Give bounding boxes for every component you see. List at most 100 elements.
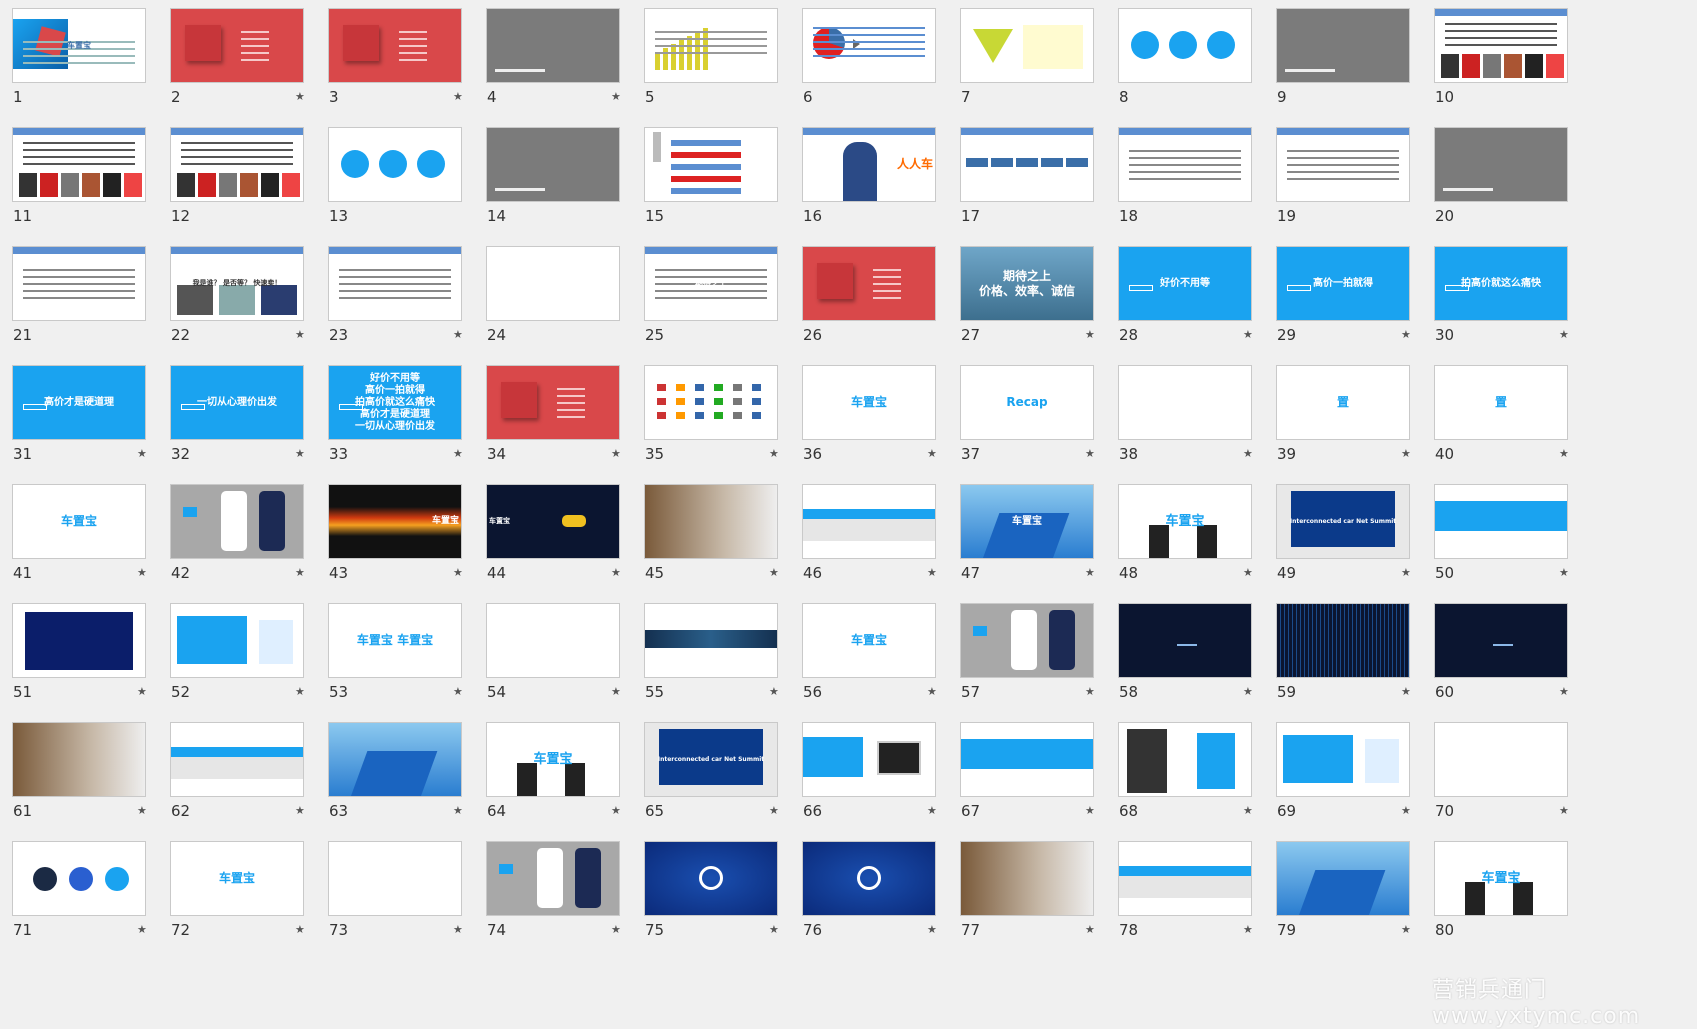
slide-thumbnail-58[interactable]: 58 ★ [1106,595,1266,720]
slide-thumbnail-72[interactable]: 车置宝 72 ★ [158,833,318,958]
slide-thumbnail-31[interactable]: 高价才是硬道理 31 ★ [0,357,160,482]
slide-thumbnail-56[interactable]: 车置宝 56 ★ [790,595,950,720]
slide-thumbnail-68[interactable]: 68 ★ [1106,714,1266,839]
slide-thumbnail-27[interactable]: 期待之上 价格、效率、诚信 27 ★ [948,238,1108,363]
slide-thumbnail-51[interactable]: 51 ★ [0,595,160,720]
transition-star-icon[interactable]: ★ [137,447,147,460]
slide-thumbnail-19[interactable]: 19 [1264,119,1424,244]
slide-thumbnail-16[interactable]: 人人车 16 [790,119,950,244]
slide-thumbnail-1[interactable]: 车置宝 1 [0,0,160,125]
slide-thumbnail-63[interactable]: 63 ★ [316,714,476,839]
transition-star-icon[interactable]: ★ [295,804,305,817]
slide-thumbnail-34[interactable]: 34 ★ [474,357,634,482]
transition-star-icon[interactable]: ★ [1085,566,1095,579]
transition-star-icon[interactable]: ★ [1559,566,1569,579]
transition-star-icon[interactable]: ★ [137,685,147,698]
transition-star-icon[interactable]: ★ [453,566,463,579]
slide-thumbnail-42[interactable]: 42 ★ [158,476,318,601]
slide-thumbnail-6[interactable]: 6 [790,0,950,125]
transition-star-icon[interactable]: ★ [769,566,779,579]
slide-thumbnail-64[interactable]: 车置宝 64 ★ [474,714,634,839]
transition-star-icon[interactable]: ★ [453,685,463,698]
transition-star-icon[interactable]: ★ [453,328,463,341]
transition-star-icon[interactable]: ★ [1085,685,1095,698]
slide-thumbnail-65[interactable]: Interconnected car Net Summit 65 ★ [632,714,792,839]
slide-thumbnail-49[interactable]: Interconnected car Net Summit 49 ★ [1264,476,1424,601]
slide-thumbnail-77[interactable]: 77 ★ [948,833,1108,958]
transition-star-icon[interactable]: ★ [927,804,937,817]
transition-star-icon[interactable]: ★ [1559,328,1569,341]
slide-thumbnail-52[interactable]: 52 ★ [158,595,318,720]
transition-star-icon[interactable]: ★ [295,685,305,698]
slide-thumbnail-69[interactable]: 69 ★ [1264,714,1424,839]
slide-thumbnail-5[interactable]: 5 [632,0,792,125]
transition-star-icon[interactable]: ★ [1243,447,1253,460]
transition-star-icon[interactable]: ★ [1243,685,1253,698]
transition-star-icon[interactable]: ★ [611,447,621,460]
slide-thumbnail-21[interactable]: 21 [0,238,160,363]
slide-thumbnail-12[interactable]: 12 [158,119,318,244]
slide-thumbnail-61[interactable]: 61 ★ [0,714,160,839]
transition-star-icon[interactable]: ★ [453,923,463,936]
slide-thumbnail-67[interactable]: 67 ★ [948,714,1108,839]
slide-thumbnail-40[interactable]: 置 40 ★ [1422,357,1582,482]
slide-thumbnail-13[interactable]: 13 [316,119,476,244]
slide-thumbnail-8[interactable]: 8 [1106,0,1266,125]
transition-star-icon[interactable]: ★ [1559,804,1569,817]
slide-thumbnail-57[interactable]: 57 ★ [948,595,1108,720]
transition-star-icon[interactable]: ★ [453,90,463,103]
slide-thumbnail-23[interactable]: 23 ★ [316,238,476,363]
transition-star-icon[interactable]: ★ [769,685,779,698]
transition-star-icon[interactable]: ★ [1401,328,1411,341]
slide-thumbnail-73[interactable]: 73 ★ [316,833,476,958]
slide-thumbnail-76[interactable]: 76 ★ [790,833,950,958]
slide-thumbnail-46[interactable]: 46 ★ [790,476,950,601]
transition-star-icon[interactable]: ★ [137,804,147,817]
transition-star-icon[interactable]: ★ [137,566,147,579]
transition-star-icon[interactable]: ★ [295,923,305,936]
transition-star-icon[interactable]: ★ [1085,328,1095,341]
transition-star-icon[interactable]: ★ [1401,923,1411,936]
slide-thumbnail-41[interactable]: 车置宝 41 ★ [0,476,160,601]
slide-thumbnail-66[interactable]: 66 ★ [790,714,950,839]
transition-star-icon[interactable]: ★ [769,923,779,936]
transition-star-icon[interactable]: ★ [927,685,937,698]
slide-thumbnail-55[interactable]: 55 ★ [632,595,792,720]
slide-thumbnail-53[interactable]: 车置宝 车置宝 53 ★ [316,595,476,720]
transition-star-icon[interactable]: ★ [611,685,621,698]
slide-thumbnail-26[interactable]: 26 [790,238,950,363]
transition-star-icon[interactable]: ★ [295,90,305,103]
transition-star-icon[interactable]: ★ [611,923,621,936]
transition-star-icon[interactable]: ★ [1401,804,1411,817]
slide-thumbnail-25[interactable]: “期待之上” 25 [632,238,792,363]
slide-thumbnail-29[interactable]: 高价一拍就得 29 ★ [1264,238,1424,363]
transition-star-icon[interactable]: ★ [1243,804,1253,817]
slide-thumbnail-39[interactable]: 置 39 ★ [1264,357,1424,482]
slide-thumbnail-17[interactable]: 17 [948,119,1108,244]
slide-thumbnail-44[interactable]: 车置宝 44 ★ [474,476,634,601]
slide-thumbnail-33[interactable]: 好价不用等 高价一拍就得 拍高价就这么痛快 高价才是硬道理 一切从心理价出发 33… [316,357,476,482]
transition-star-icon[interactable]: ★ [295,566,305,579]
transition-star-icon[interactable]: ★ [927,566,937,579]
transition-star-icon[interactable]: ★ [1559,447,1569,460]
slide-thumbnail-22[interactable]: 我是谁？ 是否等？ 快速卖！ 22 ★ [158,238,318,363]
transition-star-icon[interactable]: ★ [769,804,779,817]
slide-thumbnail-62[interactable]: 62 ★ [158,714,318,839]
slide-thumbnail-74[interactable]: 74 ★ [474,833,634,958]
slide-thumbnail-7[interactable]: 7 [948,0,1108,125]
transition-star-icon[interactable]: ★ [769,447,779,460]
slide-thumbnail-28[interactable]: 好价不用等 28 ★ [1106,238,1266,363]
transition-star-icon[interactable]: ★ [1243,923,1253,936]
slide-thumbnail-54[interactable]: 54 ★ [474,595,634,720]
slide-thumbnail-47[interactable]: 车置宝 47 ★ [948,476,1108,601]
transition-star-icon[interactable]: ★ [453,804,463,817]
slide-thumbnail-10[interactable]: 10 [1422,0,1582,125]
transition-star-icon[interactable]: ★ [927,447,937,460]
slide-thumbnail-3[interactable]: 3 ★ [316,0,476,125]
transition-star-icon[interactable]: ★ [611,566,621,579]
transition-star-icon[interactable]: ★ [1559,685,1569,698]
slide-thumbnail-45[interactable]: 45 ★ [632,476,792,601]
transition-star-icon[interactable]: ★ [137,923,147,936]
slide-thumbnail-9[interactable]: 9 [1264,0,1424,125]
slide-thumbnail-50[interactable]: 50 ★ [1422,476,1582,601]
